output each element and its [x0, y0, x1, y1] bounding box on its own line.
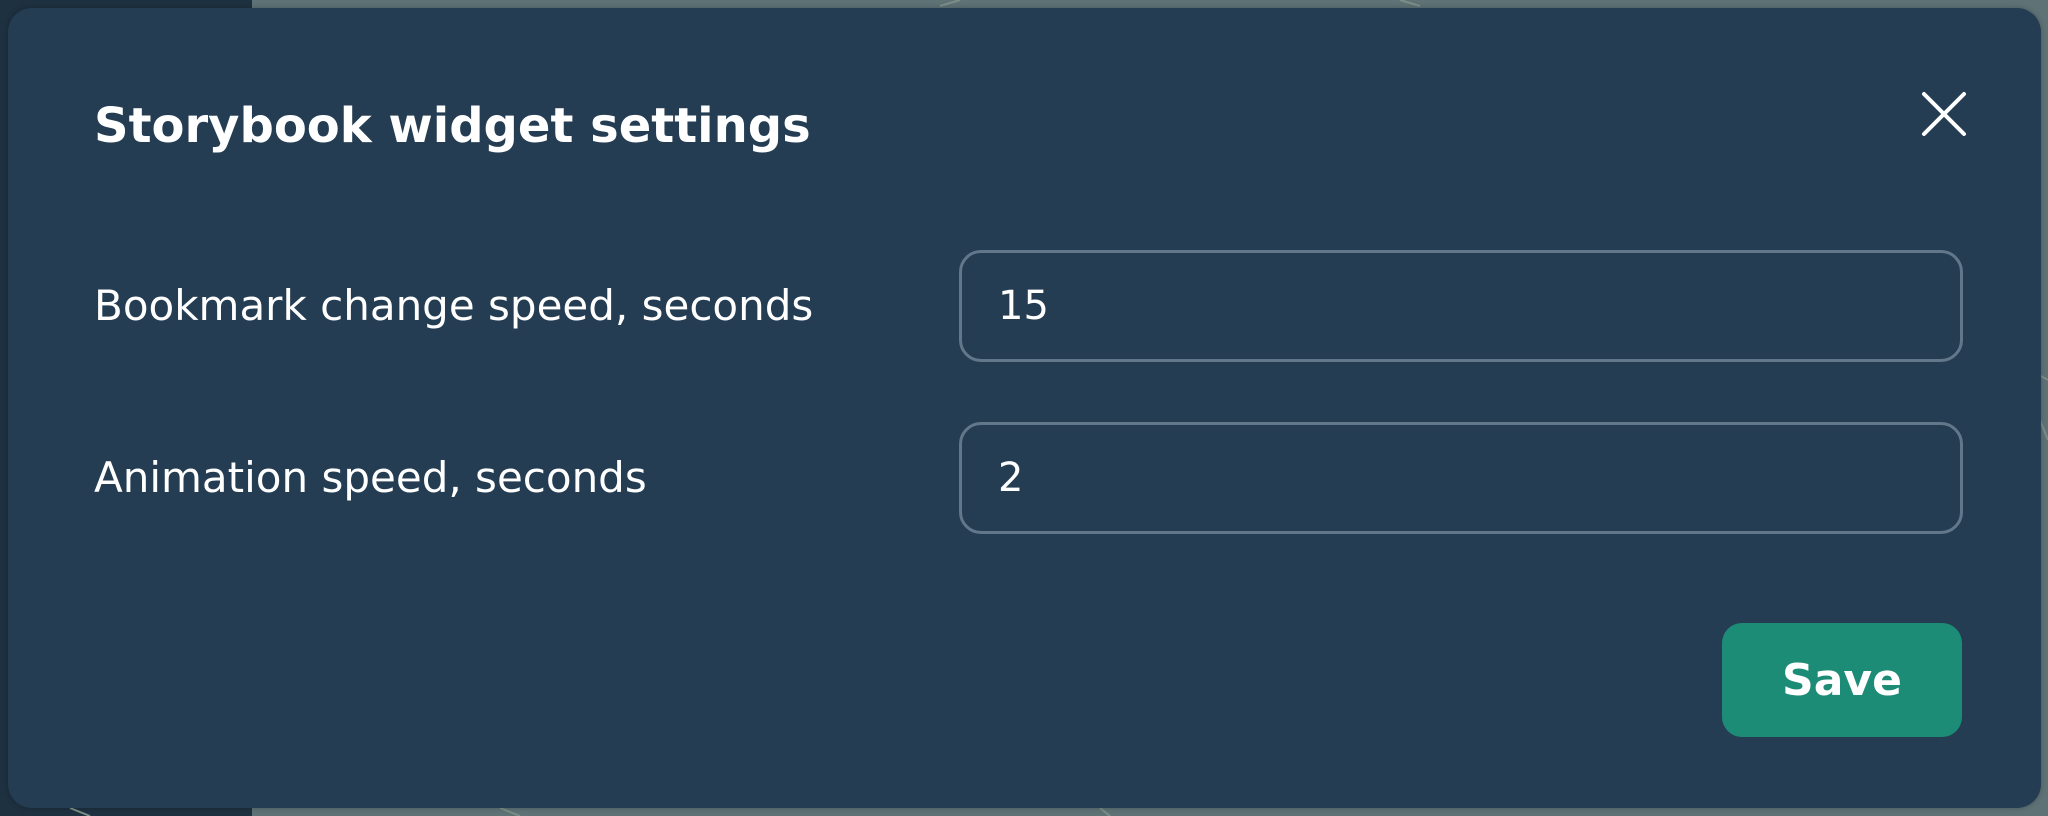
close-icon	[1922, 92, 1966, 136]
save-button[interactable]: Save	[1722, 623, 1962, 737]
animation-speed-row: Animation speed, seconds	[94, 422, 1964, 534]
dialog-title: Storybook widget settings	[94, 98, 811, 154]
animation-speed-input[interactable]	[959, 422, 1963, 534]
storybook-settings-dialog: Storybook widget settings Bookmark chang…	[8, 8, 2041, 808]
bookmark-speed-label: Bookmark change speed, seconds	[94, 281, 814, 330]
bookmark-speed-input[interactable]	[959, 250, 1963, 362]
close-button[interactable]	[1916, 86, 1972, 142]
animation-speed-label: Animation speed, seconds	[94, 453, 647, 502]
bookmark-speed-row: Bookmark change speed, seconds	[94, 250, 1964, 362]
